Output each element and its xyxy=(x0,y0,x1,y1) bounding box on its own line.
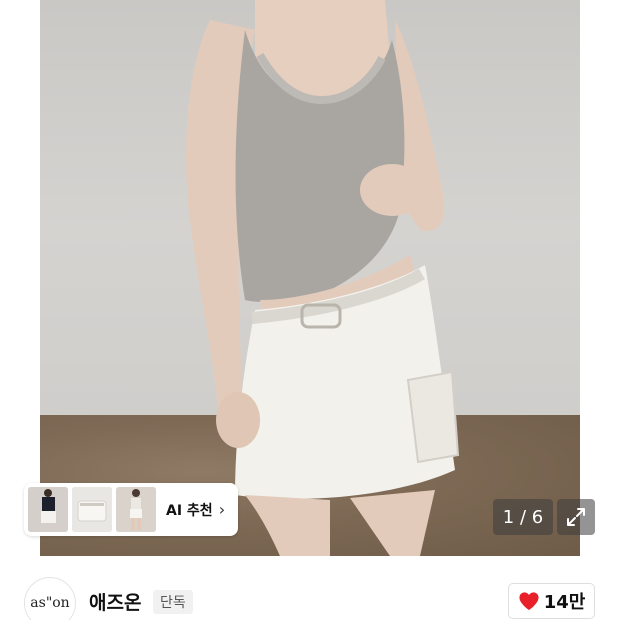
like-button[interactable]: 14만 xyxy=(508,583,595,619)
brand-row: as"on 애즈온 단독 14만 xyxy=(0,568,620,620)
model-illustration xyxy=(186,0,460,556)
brand-logo[interactable]: as"on xyxy=(24,577,76,620)
brand-name[interactable]: 애즈온 xyxy=(89,588,141,615)
expand-image-button[interactable] xyxy=(557,499,595,535)
image-page-counter: 1 / 6 xyxy=(493,499,553,535)
heart-icon xyxy=(519,592,539,611)
recommend-thumbnail-1[interactable] xyxy=(28,487,68,532)
chevron-right-icon: › xyxy=(218,500,226,519)
product-photo[interactable] xyxy=(40,0,580,556)
ai-recommend-label[interactable]: AI 추천 xyxy=(166,500,213,520)
product-image-gallery[interactable]: AI 추천 › 1 / 6 xyxy=(0,0,620,556)
ai-recommend-bar[interactable]: AI 추천 › xyxy=(24,483,238,536)
recommend-thumbnail-3[interactable] xyxy=(116,487,156,532)
like-count: 14만 xyxy=(543,592,586,613)
expand-arrows-icon xyxy=(567,508,585,526)
exclusive-badge: 단독 xyxy=(153,590,193,614)
recommend-thumbnail-2[interactable] xyxy=(72,487,112,532)
